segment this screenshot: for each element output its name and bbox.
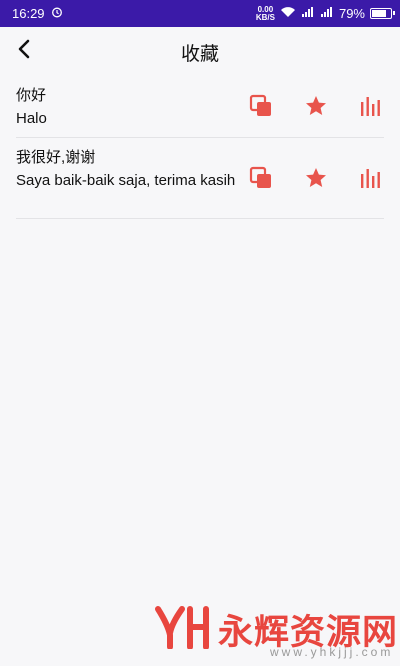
list-item: 你好 Halo bbox=[16, 80, 384, 138]
copy-button[interactable] bbox=[248, 94, 274, 123]
audio-button[interactable] bbox=[358, 167, 384, 193]
star-icon bbox=[304, 166, 328, 195]
chinese-text: 你好 bbox=[16, 87, 47, 104]
net-speed: 0.00 KB/S bbox=[255, 5, 275, 22]
battery-percent: 79% bbox=[338, 6, 365, 21]
audio-button[interactable] bbox=[358, 95, 384, 121]
battery-icon bbox=[370, 8, 395, 19]
favorites-list: 你好 Halo 我很好,谢谢 Saya baik-baik saja, teri… bbox=[16, 80, 384, 219]
4g-signal-icon bbox=[301, 6, 315, 21]
audio-bars-icon bbox=[359, 166, 383, 195]
chevron-left-icon bbox=[17, 39, 31, 64]
copy-button[interactable] bbox=[248, 166, 274, 195]
list-item: 我很好,谢谢 Saya baik-baik saja, terima kasih bbox=[16, 138, 384, 219]
app-header: 收藏 bbox=[0, 27, 400, 77]
star-button[interactable] bbox=[303, 167, 329, 193]
page-title: 收藏 bbox=[180, 43, 219, 65]
signal-icon bbox=[320, 6, 334, 21]
net-speed-unit: KB/S bbox=[255, 12, 275, 22]
copy-icon bbox=[249, 94, 273, 123]
star-button[interactable] bbox=[303, 95, 329, 121]
translation-text: Saya baik-baik saja, terima kasih bbox=[16, 172, 236, 189]
back-button[interactable] bbox=[10, 37, 38, 65]
chinese-text: 我很好,谢谢 bbox=[16, 149, 96, 166]
star-icon bbox=[304, 94, 328, 123]
translation-text: Halo bbox=[16, 110, 47, 127]
watermark-logo bbox=[154, 605, 210, 654]
status-bar: 16:29 0.00 KB/S 79% bbox=[0, 0, 400, 27]
status-time: 16:29 bbox=[12, 6, 45, 21]
alarm-icon bbox=[51, 6, 63, 21]
watermark-url: www.yhkjjj.com bbox=[270, 645, 394, 659]
copy-icon bbox=[249, 166, 273, 195]
wifi-icon bbox=[280, 6, 296, 21]
audio-bars-icon bbox=[359, 94, 383, 123]
battery-fill bbox=[372, 10, 387, 17]
